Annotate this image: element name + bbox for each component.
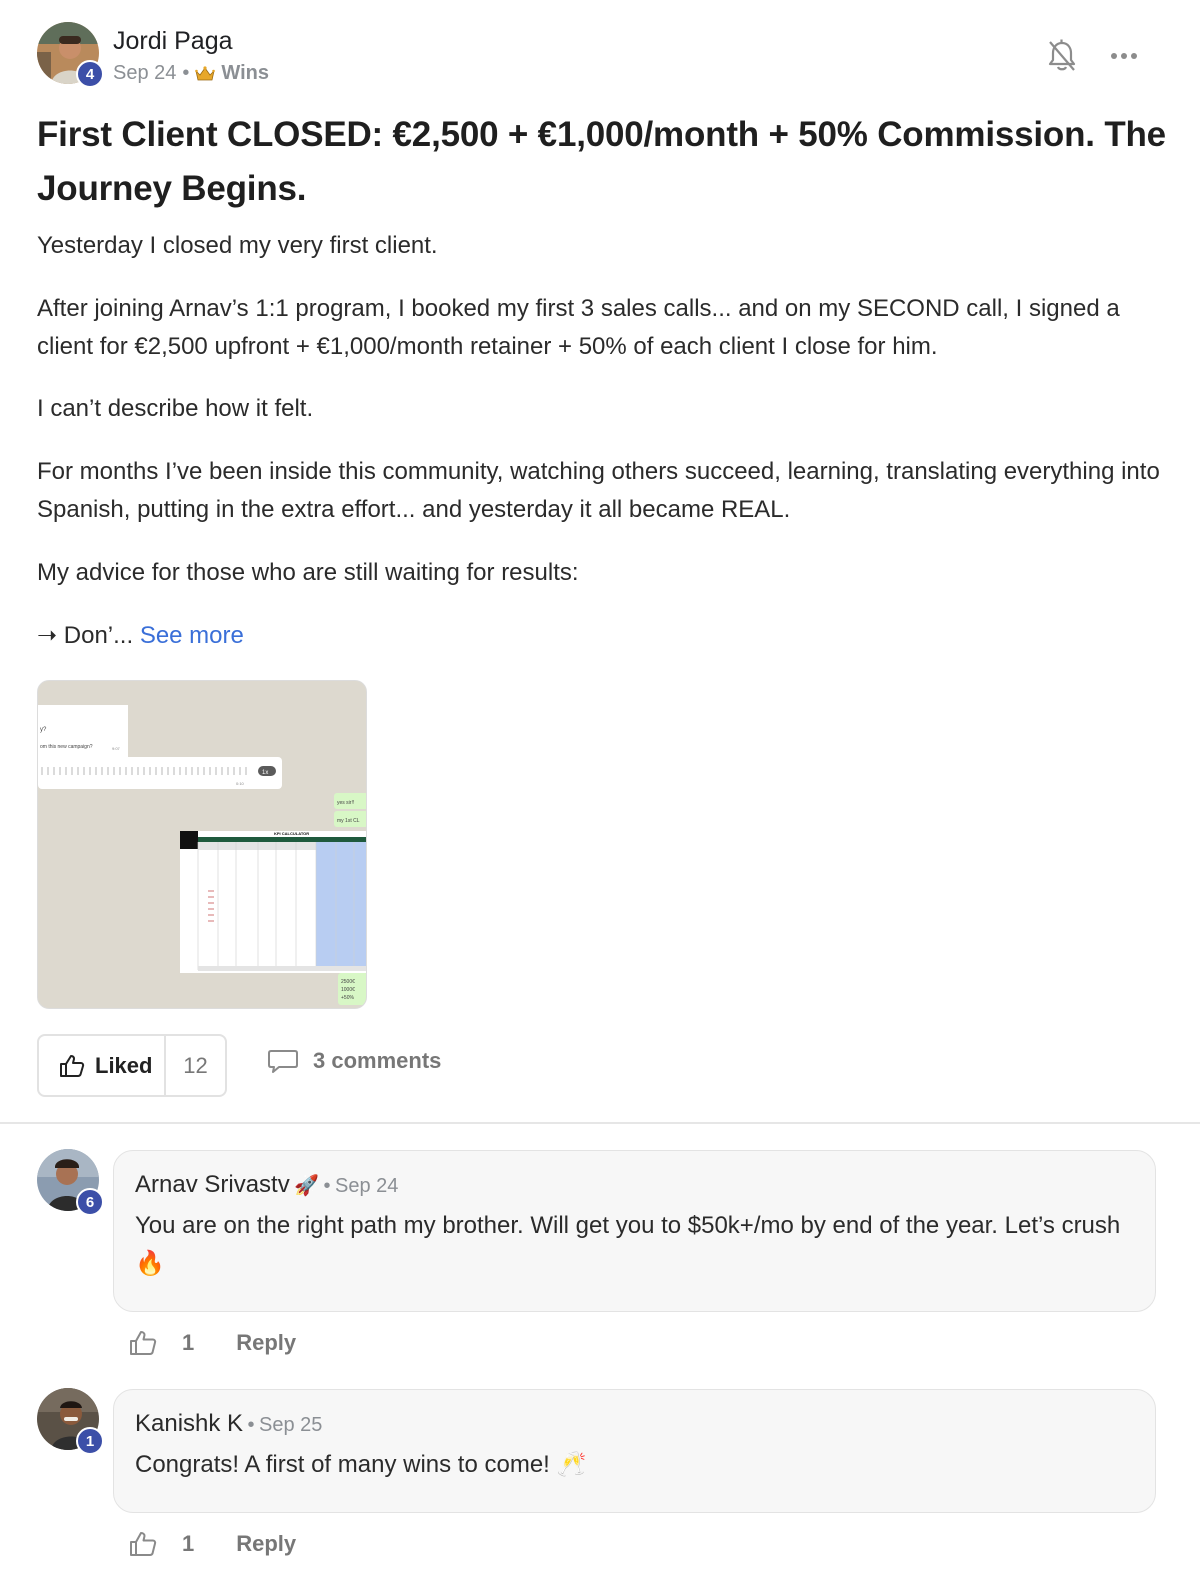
chat-reply-1: yes sir!!: [337, 800, 354, 806]
chat-line-1: y?: [40, 727, 47, 733]
post-title[interactable]: First Client CLOSED: €2,500 + €1,000/mon…: [37, 108, 1167, 216]
post-paragraph-3: I can’t describe how it felt.: [37, 395, 314, 422]
truncated-text: ➝ Don’...: [37, 622, 134, 649]
like-button[interactable]: Liked: [39, 1036, 166, 1095]
like-box: Liked 12: [37, 1034, 227, 1097]
post-date[interactable]: Sep 24: [113, 62, 176, 85]
comment-date[interactable]: Sep 24: [335, 1175, 398, 1197]
post-divider: [0, 1122, 1200, 1124]
comments-button[interactable]: 3 comments: [267, 1048, 441, 1074]
thumbs-up-icon: [60, 1054, 85, 1077]
like-count[interactable]: 12: [166, 1053, 225, 1079]
voice-duration: 0:10: [236, 781, 245, 786]
sheet-value-3: +50%: [341, 995, 354, 1001]
comment-date[interactable]: Sep 25: [259, 1414, 322, 1436]
post-paragraph-5: My advice for those who are still waitin…: [37, 559, 579, 586]
comment-like-count[interactable]: 1: [182, 1531, 194, 1557]
comment-header: Kanishk K • Sep 25: [135, 1410, 1134, 1438]
meta-separator: •: [182, 62, 190, 84]
bell-off-icon[interactable]: [1046, 38, 1078, 74]
comment-author[interactable]: Arnav Srivastv: [135, 1171, 290, 1198]
chat-line-2: om this new campaign?: [40, 744, 93, 750]
comment-actions: 1 Reply: [128, 1329, 296, 1357]
comment-level-badge: 1: [76, 1427, 104, 1455]
like-label: Liked: [95, 1052, 153, 1078]
chat-time-1: 9:07: [112, 746, 121, 751]
comment-separator: •: [247, 1414, 255, 1436]
post-paragraph-2: After joining Arnav’s 1:1 program, I boo…: [37, 295, 1120, 360]
comment-author[interactable]: Kanishk K: [135, 1410, 243, 1437]
comment-text: You are on the right path my brother. Wi…: [135, 1212, 1121, 1277]
comment-bubble: Kanishk K • Sep 25 Congrats! A first of …: [113, 1389, 1156, 1513]
reply-button[interactable]: Reply: [236, 1531, 296, 1557]
thumbs-up-icon[interactable]: [128, 1329, 158, 1357]
see-more-link[interactable]: See more: [140, 622, 244, 649]
comment-actions: 1 Reply: [128, 1530, 296, 1558]
post-meta: Sep 24 • Wins: [113, 62, 269, 85]
chat-reply-2: my 1st CL: [337, 818, 360, 824]
more-options-icon[interactable]: [1108, 44, 1140, 68]
author-level-badge: 4: [76, 60, 104, 88]
post-image-attachment[interactable]: y? om this new campaign? 9:07 1x 0:10 ye…: [37, 680, 367, 1009]
post-paragraph-1: Yesterday I closed my very first client.: [37, 232, 438, 259]
reply-button[interactable]: Reply: [236, 1330, 296, 1356]
thumbs-up-icon[interactable]: [128, 1530, 158, 1558]
chat-screenshot-image: y? om this new campaign? 9:07 1x 0:10 ye…: [38, 681, 366, 1008]
comments-count-label: 3 comments: [313, 1048, 442, 1073]
comment-bubble-icon: [268, 1050, 298, 1073]
comment-like-count[interactable]: 1: [182, 1330, 194, 1356]
post-category[interactable]: Wins: [221, 62, 269, 85]
post-truncated-line: ➝ Don’... See more: [37, 617, 1167, 655]
comment-separator: •: [323, 1175, 331, 1197]
playback-speed: 1x: [262, 770, 268, 776]
author-name[interactable]: Jordi Paga: [113, 27, 233, 56]
sheet-value-1: 2500€: [341, 979, 355, 985]
comment-bubble: Arnav Srivastv 🚀 • Sep 24 You are on the…: [113, 1150, 1156, 1312]
rocket-emoji: 🚀: [294, 1175, 320, 1197]
sheet-value-2: 1000€: [341, 987, 355, 993]
comment-header: Arnav Srivastv 🚀 • Sep 24: [135, 1171, 1134, 1199]
comment-level-badge: 6: [76, 1188, 104, 1216]
crown-icon: [195, 65, 216, 80]
comment-text: Congrats! A first of many wins to come! …: [135, 1451, 587, 1478]
post-paragraph-4: For months I’ve been inside this communi…: [37, 458, 1160, 523]
sheet-title: KPI CALCULATOR: [274, 831, 309, 836]
